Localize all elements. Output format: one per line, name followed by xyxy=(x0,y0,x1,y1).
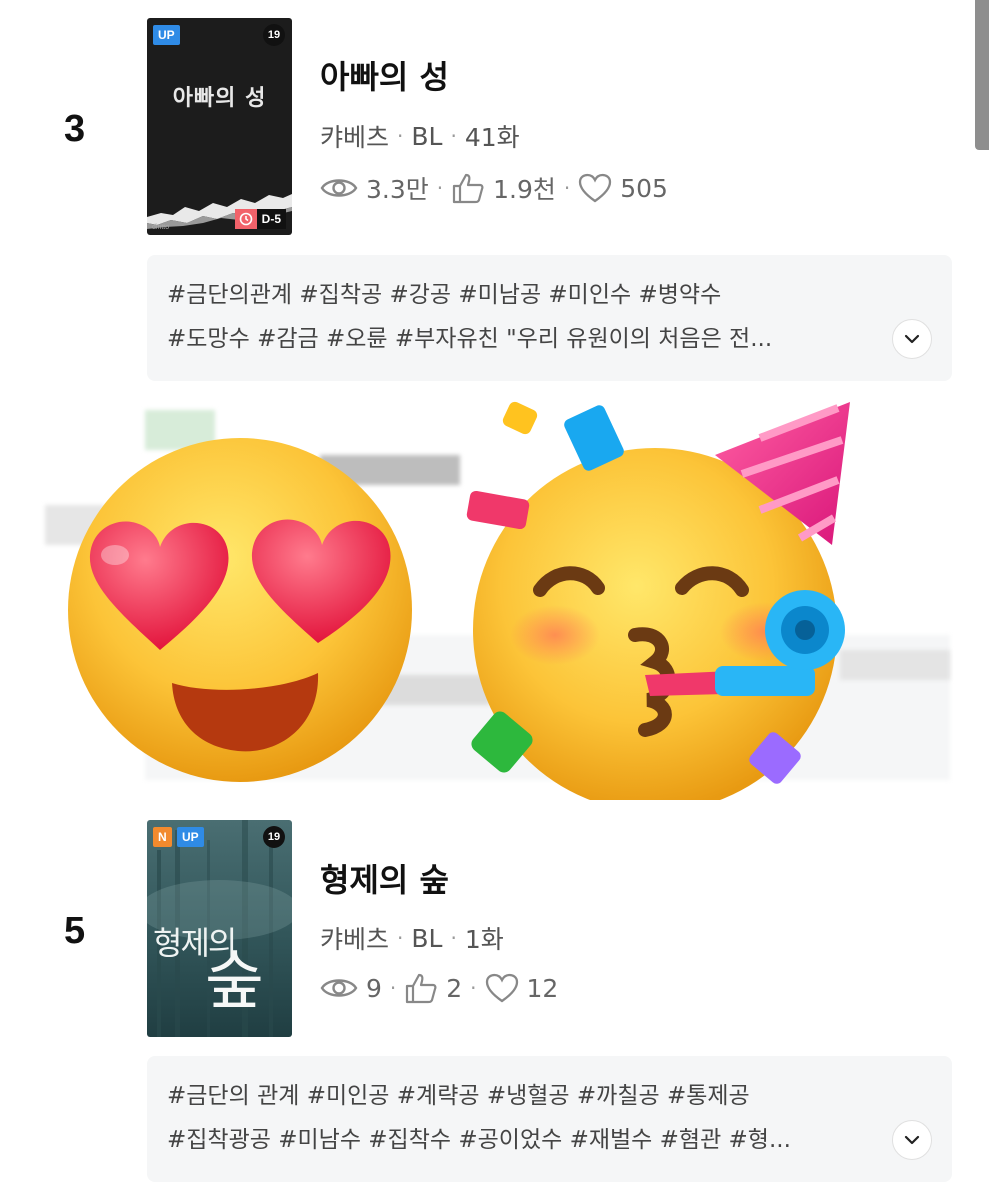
emoji-overlay xyxy=(0,395,989,805)
chevron-down-icon xyxy=(904,1135,920,1145)
thumbs-up-icon xyxy=(404,972,438,1004)
clock-icon xyxy=(234,209,257,229)
eye-icon xyxy=(320,173,358,203)
tag-line[interactable]: #금단의 관계 #미인공 #계략공 #냉혈공 #까칠공 #통제공 xyxy=(167,1074,932,1118)
view-count: 9 xyxy=(366,973,382,1003)
series-stats: 3.3만 · 1.9천 · 505 xyxy=(320,170,668,206)
expand-button[interactable] xyxy=(892,319,932,359)
like-count: 2 xyxy=(446,973,463,1003)
series-meta: 캬베츠 · BL · 1화 xyxy=(320,920,504,956)
cover-image[interactable]: N UP 19 형제의 숲 xyxy=(147,820,292,1037)
series-title[interactable]: 형제의 숲 xyxy=(320,855,449,901)
thumbs-up-icon xyxy=(451,172,485,204)
series-title[interactable]: 아빠의 성 xyxy=(320,52,449,98)
tag-line[interactable]: #금단의관계 #집착공 #강공 #미남공 #미인수 #병약수 xyxy=(167,273,932,317)
favorite-count: 12 xyxy=(526,973,559,1003)
heart-eyes-emoji-icon xyxy=(68,438,412,782)
new-badge: N xyxy=(153,827,172,847)
view-count: 3.3만 xyxy=(366,175,429,204)
tag-box: #금단의관계 #집착공 #강공 #미남공 #미인수 #병약수 #도망수 #감금 … xyxy=(147,255,952,381)
age-rating-badge: 19 xyxy=(263,826,285,848)
scrollbar[interactable] xyxy=(975,0,989,150)
expand-button[interactable] xyxy=(892,1120,932,1160)
up-badge: UP xyxy=(153,25,180,45)
tag-line[interactable]: #도망수 #감금 #오륜 #부자유친 "우리 유원이의 처음은 전... xyxy=(167,317,867,361)
up-badge: UP xyxy=(177,827,204,847)
heart-icon xyxy=(578,173,612,203)
partying-face-emoji-icon xyxy=(466,401,850,800)
episode-count: 1화 xyxy=(464,925,504,954)
d-day-label: D-5 xyxy=(256,209,286,229)
cover-image[interactable]: UP 19 아빠의 성 diritto D-5 xyxy=(147,18,292,235)
genre-label: BL xyxy=(411,121,443,151)
author-name[interactable]: 캬베츠 xyxy=(320,118,389,154)
eye-icon xyxy=(320,973,358,1003)
series-meta: 캬베츠 · BL · 41화 xyxy=(320,118,520,154)
cover-title-large: 숲 xyxy=(205,945,264,1019)
age-rating-badge: 19 xyxy=(263,24,285,46)
series-stats: 9 · 2 · 12 xyxy=(320,972,558,1004)
episode-count: 41화 xyxy=(464,123,520,152)
tag-line[interactable]: #집착광공 #미남수 #집착수 #공이었수 #재벌수 #혐관 #형... xyxy=(167,1118,867,1162)
rank-number: 3 xyxy=(64,108,86,150)
cover-title: 아빠의 성 xyxy=(172,85,267,111)
like-count: 1.9천 xyxy=(493,175,556,204)
d-day-badge: D-5 xyxy=(234,209,286,229)
rank-number: 5 xyxy=(64,910,86,952)
chevron-down-icon xyxy=(904,334,920,344)
publisher-brand: diritto xyxy=(152,224,170,231)
heart-icon xyxy=(485,973,519,1003)
favorite-count: 505 xyxy=(620,173,668,203)
author-name[interactable]: 캬베츠 xyxy=(320,920,389,956)
genre-label: BL xyxy=(411,923,443,953)
tag-box: #금단의 관계 #미인공 #계략공 #냉혈공 #까칠공 #통제공 #집착광공 #… xyxy=(147,1056,952,1182)
